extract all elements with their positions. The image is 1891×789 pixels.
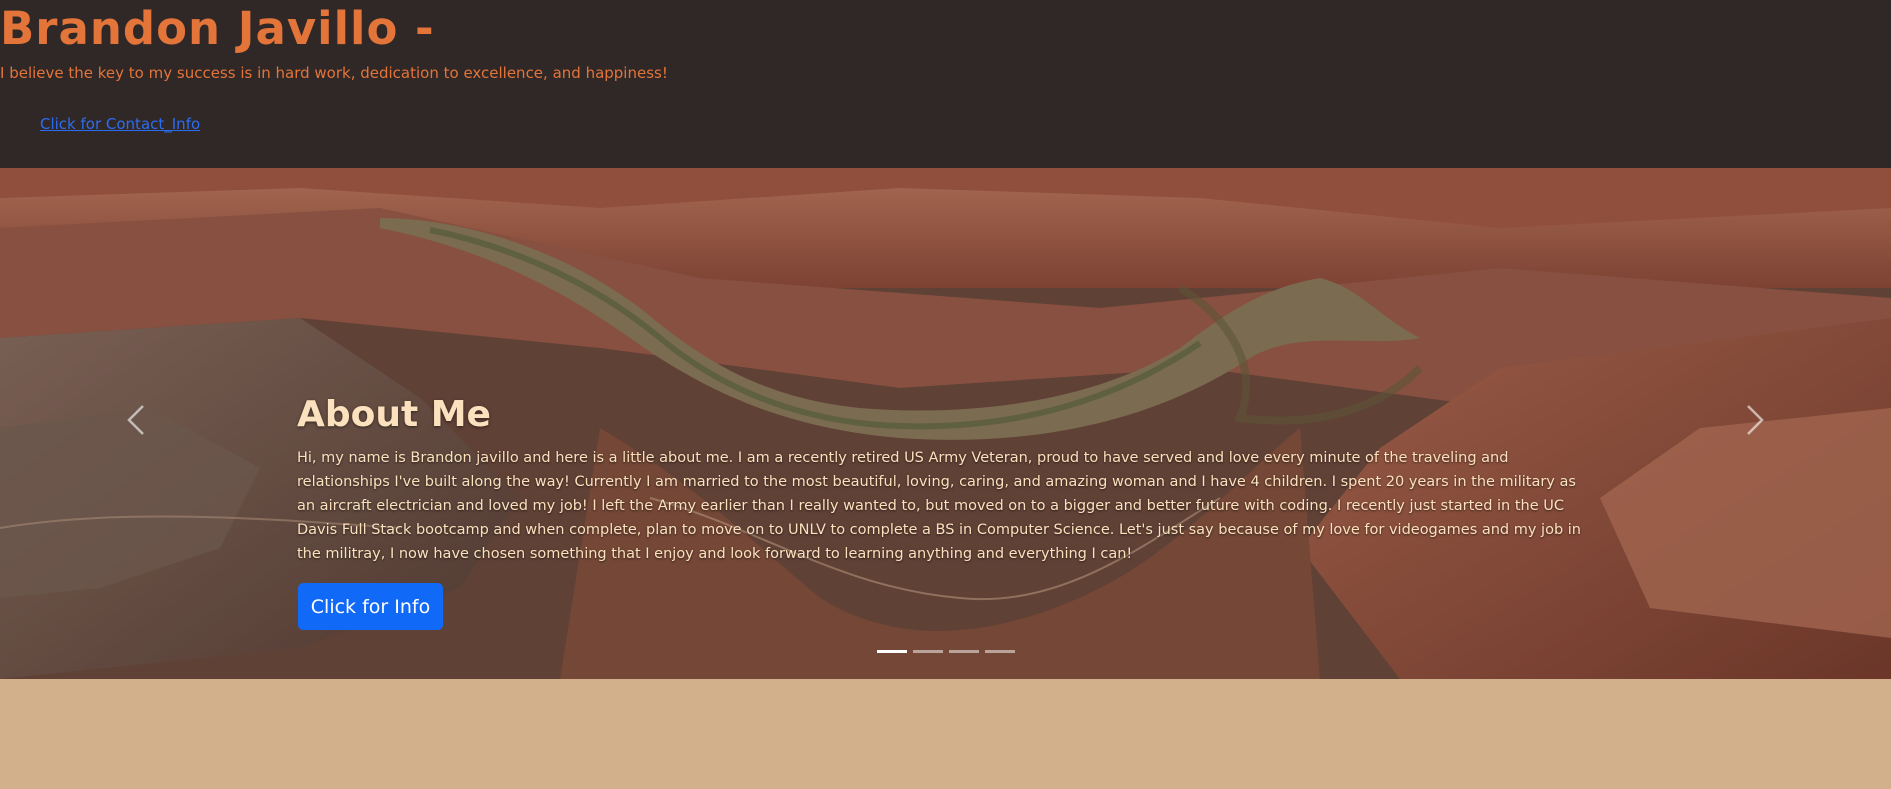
carousel-indicator-2[interactable] — [913, 650, 943, 653]
carousel-indicators — [877, 650, 1015, 653]
chevron-right-icon — [1747, 405, 1764, 435]
carousel-prev-button[interactable] — [117, 400, 157, 440]
carousel-indicator-1[interactable] — [877, 650, 907, 653]
carousel-indicator-4[interactable] — [985, 650, 1015, 653]
chevron-left-icon — [127, 405, 144, 435]
carousel-indicator-3[interactable] — [949, 650, 979, 653]
site-title: Brandon Javillo - — [0, 2, 435, 55]
caption-text: Hi, my name is Brandon javillo and here … — [297, 450, 1581, 562]
tagline: I believe the key to my success is in ha… — [0, 64, 668, 82]
site-header: Brandon Javillo - I believe the key to m… — [0, 0, 1891, 168]
about-carousel: About Me Hi, my name is Brandon javillo … — [0, 168, 1891, 679]
caption-title: About Me — [297, 394, 491, 435]
contact-info-link[interactable]: Click for Contact_Info — [40, 115, 200, 133]
carousel-next-button[interactable] — [1734, 400, 1774, 440]
info-button[interactable]: Click for Info — [298, 583, 443, 630]
carousel-caption: About Me Hi, my name is Brandon javillo … — [297, 392, 1597, 566]
